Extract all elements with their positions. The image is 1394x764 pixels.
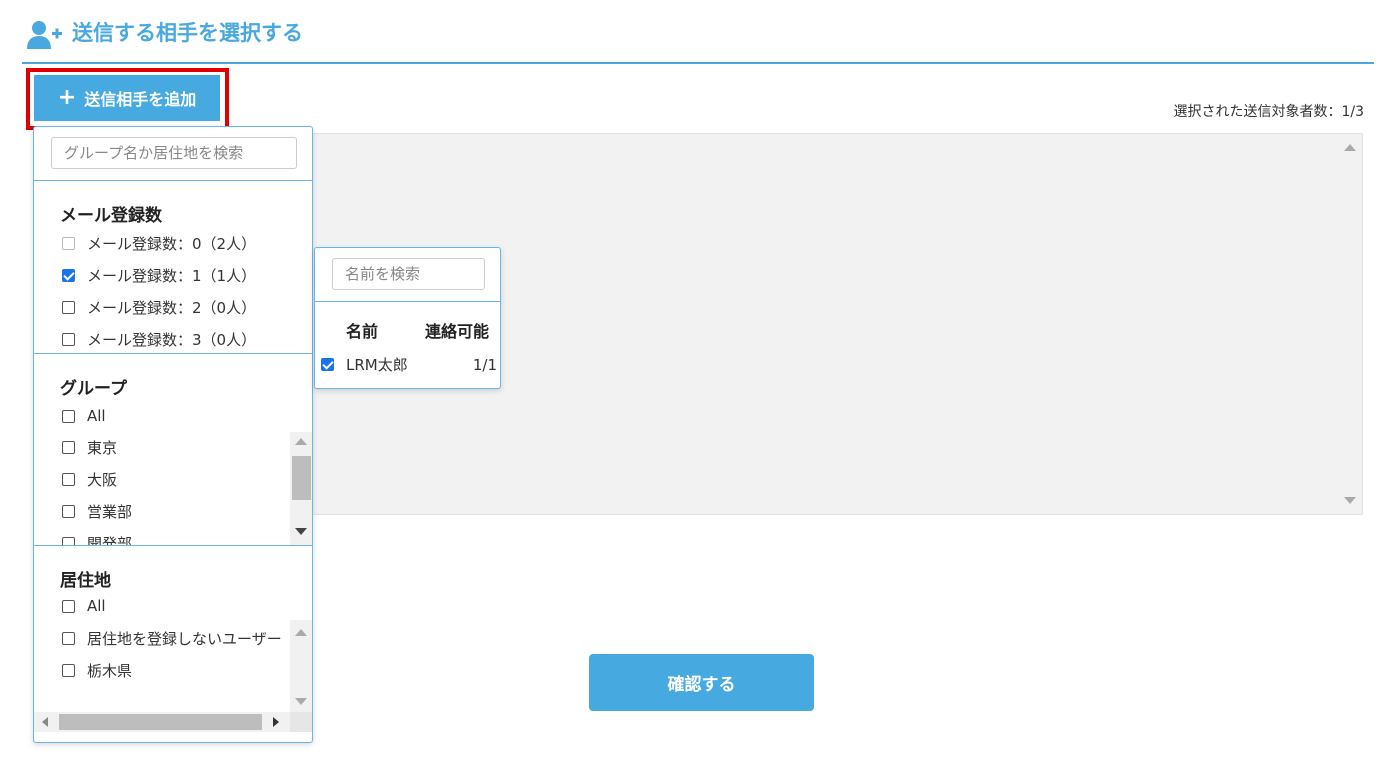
mail-option-3[interactable]: メール登録数：3（0人） [62,329,256,350]
plus-icon: + [57,85,77,110]
mail-option-1[interactable]: メール登録数：1（1人） [62,265,256,286]
mail-option-label: メール登録数：3（0人） [87,331,257,349]
scroll-down-icon[interactable] [1344,497,1356,504]
residence-option-tochigi[interactable]: 栃木県 [62,660,132,681]
add-recipient-label: 送信相手を追加 [84,90,197,109]
residence-hscrollbar[interactable] [34,712,290,732]
name-search-input[interactable]: 名前を検索 [332,258,485,290]
checkbox[interactable] [62,237,75,250]
confirm-button[interactable]: 確認する [589,654,814,711]
divider [315,301,500,302]
scroll-up-icon[interactable] [295,629,307,636]
scroll-up-icon[interactable] [1344,144,1356,151]
checkbox[interactable] [62,505,75,518]
checkbox-checked[interactable] [321,358,334,371]
checkbox[interactable] [62,632,75,645]
add-recipient-button[interactable]: + 送信相手を追加 [34,75,220,121]
user-plus-icon [27,21,62,49]
scroll-thumb[interactable] [59,714,262,730]
mail-section-title: メール登録数 [60,206,162,226]
checkbox[interactable] [62,537,75,545]
scroll-right-icon[interactable] [273,717,279,727]
name-column-header: 名前 [346,322,379,341]
group-option-label: All [87,407,106,425]
group-option-sales[interactable]: 営業部 [62,501,132,522]
checkbox[interactable] [62,599,75,613]
scroll-left-icon[interactable] [42,717,48,727]
filter-dropdown[interactable]: グループ名か居住地を検索 メール登録数 メール登録数：0（2人） メール登録数：… [33,126,313,743]
divider [34,545,312,546]
group-search-input[interactable]: グループ名か居住地を検索 [51,137,297,169]
checkbox[interactable] [62,333,75,346]
divider [34,353,312,354]
name-popup[interactable]: 名前を検索 名前 連絡可能 LRM太郎 1/1 [314,247,501,389]
group-option-label: 大阪 [87,471,118,489]
group-option-dev[interactable]: 開発部 [62,533,132,545]
checkbox[interactable] [62,441,75,454]
group-option-label: 営業部 [87,503,133,521]
group-option-label: 東京 [87,439,118,457]
residence-option-label: All [87,597,106,615]
group-option-osaka[interactable]: 大阪 [62,469,117,490]
checkbox[interactable] [62,301,75,314]
divider [34,180,312,181]
group-scrollbar[interactable] [290,432,312,545]
residence-option-all[interactable]: All [62,597,106,615]
section-header: 送信する相手を選択する [22,14,1374,64]
group-option-label: 開発部 [87,535,133,545]
group-search-placeholder: グループ名か居住地を検索 [64,144,244,162]
checkbox[interactable] [62,473,75,486]
table-row[interactable]: LRM太郎 1/1 [321,354,497,375]
name-search-placeholder: 名前を検索 [345,265,421,283]
checkbox[interactable] [62,409,75,423]
group-section-title: グループ [60,379,127,399]
scroll-down-icon[interactable] [295,698,307,705]
group-option-tokyo[interactable]: 東京 [62,437,117,458]
contact-column-header: 連絡可能 [425,322,490,341]
mail-option-label: メール登録数：0（2人） [87,235,257,253]
residence-scroll-list[interactable]: 居住地を登録しないユーザー 栃木県 [34,620,312,712]
contact-count: 1/1 [472,355,497,374]
group-option-all[interactable]: All [62,407,106,425]
checkbox-checked[interactable] [62,269,75,282]
scroll-corner [290,712,312,732]
mail-option-0[interactable]: メール登録数：0（2人） [62,233,256,254]
selected-count: 選択された送信対象者数：1/3 [1173,104,1364,120]
mail-option-label: メール登録数：2（0人） [87,299,257,317]
checkbox[interactable] [62,664,75,677]
residence-vscrollbar[interactable] [290,620,312,712]
group-scroll-list[interactable]: 東京 大阪 営業部 開発部 [34,432,312,545]
residence-option-none[interactable]: 居住地を登録しないユーザー [62,628,282,649]
scroll-thumb[interactable] [292,456,311,500]
page-title: 送信する相手を選択する [72,21,303,45]
scroll-down-icon[interactable] [295,528,307,535]
person-name: LRM太郎 [346,356,408,374]
residence-option-label: 居住地を登録しないユーザー [87,630,282,648]
residence-option-label: 栃木県 [87,662,133,680]
scroll-up-icon[interactable] [295,438,307,445]
mail-option-label: メール登録数：1（1人） [87,267,257,285]
mail-option-2[interactable]: メール登録数：2（0人） [62,297,256,318]
residence-section-title: 居住地 [60,571,111,591]
